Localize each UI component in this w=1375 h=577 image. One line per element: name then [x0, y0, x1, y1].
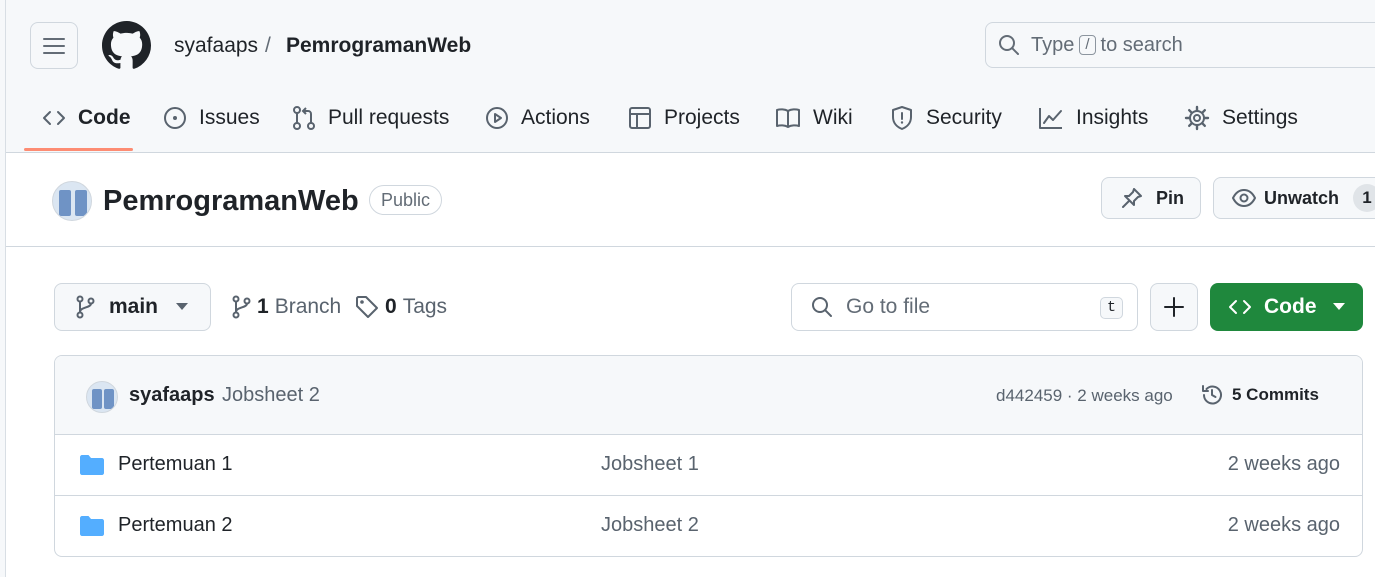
menu-button[interactable] [30, 22, 78, 69]
selected-tab-indicator [24, 148, 133, 151]
gear-icon [1184, 105, 1210, 131]
unwatch-label: Unwatch [1264, 187, 1340, 208]
go-to-file-shortcut: t [1099, 297, 1123, 319]
plus-icon [1164, 297, 1184, 317]
tab-projects-label: Projects [664, 106, 740, 129]
search-placeholder-before: Type [1031, 33, 1075, 56]
search-placeholder-after: to search [1100, 33, 1183, 56]
github-logo-icon[interactable] [102, 21, 151, 70]
tab-projects[interactable]: Projects [628, 98, 740, 138]
tab-actions[interactable]: Actions [485, 98, 590, 138]
tag-count: 0 [385, 295, 397, 318]
search-shortcut-key: / [1079, 35, 1096, 55]
tab-wiki-label: Wiki [813, 106, 853, 129]
breadcrumb-separator: / [265, 34, 271, 57]
shield-icon [890, 105, 914, 131]
commit-author-avatar[interactable] [86, 381, 118, 413]
file-commit-message[interactable]: Jobsheet 2 [601, 514, 699, 537]
latest-commit-row: syafaaps Jobsheet 2 d442459 · 2 weeks ag… [55, 356, 1362, 435]
folder-icon [79, 454, 105, 476]
search-icon [811, 296, 833, 318]
code-icon [1228, 297, 1252, 317]
file-name[interactable]: Pertemuan 2 [118, 514, 233, 537]
section-divider [6, 246, 1375, 247]
file-commit-time: 2 weeks ago [1227, 453, 1340, 475]
branch-count: 1 [257, 295, 269, 318]
file-commit-time: 2 weeks ago [1227, 514, 1340, 536]
pull-request-icon [292, 105, 316, 131]
chevron-down-icon [1333, 303, 1345, 311]
file-commit-message[interactable]: Jobsheet 1 [601, 453, 699, 476]
play-icon [485, 106, 509, 130]
visibility-badge: Public [369, 185, 443, 215]
search-placeholder: Type / to search [1031, 34, 1183, 57]
pin-button[interactable]: Pin [1101, 177, 1201, 219]
pin-icon [1120, 186, 1144, 210]
hamburger-icon [43, 37, 65, 55]
code-dropdown-button[interactable]: Code [1210, 283, 1363, 331]
tab-security-label: Security [926, 106, 1002, 129]
history-icon [1200, 383, 1224, 407]
tab-issues-label: Issues [199, 106, 260, 129]
tab-code[interactable]: Code [42, 98, 131, 138]
tag-label: Tags [402, 295, 448, 318]
branch-name: main [109, 295, 159, 318]
tab-insights[interactable]: Insights [1038, 98, 1148, 138]
book-icon [775, 107, 801, 129]
code-button-label: Code [1264, 295, 1317, 318]
commit-author[interactable]: syafaaps [129, 384, 215, 407]
tag-icon [355, 295, 379, 319]
tab-pull-requests-label: Pull requests [328, 106, 450, 129]
tab-pull-requests[interactable]: Pull requests [292, 98, 449, 138]
commits-link[interactable]: 5 Commits [1200, 383, 1319, 407]
tab-security[interactable]: Security [890, 98, 1002, 138]
go-to-file-input[interactable]: Go to file t [791, 283, 1138, 331]
eye-icon [1232, 188, 1256, 208]
commits-count-label: 5 Commits [1232, 385, 1319, 404]
branches-link[interactable]: 1 Branch [231, 295, 341, 319]
tab-actions-label: Actions [521, 106, 590, 129]
file-list: syafaaps Jobsheet 2 d442459 · 2 weeks ag… [54, 355, 1363, 557]
tab-wiki[interactable]: Wiki [775, 98, 853, 138]
breadcrumb-repo[interactable]: PemrogramanWeb [286, 34, 471, 58]
tab-settings-label: Settings [1222, 106, 1298, 129]
pin-label: Pin [1156, 187, 1185, 208]
tab-insights-label: Insights [1076, 106, 1149, 129]
tab-issues[interactable]: Issues [163, 98, 260, 138]
file-name[interactable]: Pertemuan 1 [118, 453, 233, 476]
global-search-input[interactable]: Type / to search [985, 22, 1375, 68]
code-icon [42, 108, 66, 128]
watcher-count: 1 [1353, 184, 1375, 212]
file-row[interactable]: Pertemuan 2 Jobsheet 2 2 weeks ago [55, 496, 1362, 556]
commit-message[interactable]: Jobsheet 2 [222, 384, 320, 407]
app-header: syafaaps / PemrogramanWeb Type / to sear… [6, 0, 1375, 153]
chevron-down-icon [176, 303, 189, 311]
unwatch-button[interactable]: Unwatch 1 [1213, 177, 1375, 219]
repo-owner-avatar[interactable] [52, 181, 92, 221]
branch-icon [75, 295, 95, 319]
repo-title[interactable]: PemrogramanWeb [103, 184, 359, 218]
branch-selector[interactable]: main [54, 283, 211, 331]
tab-code-label: Code [78, 106, 131, 129]
branch-icon [231, 295, 251, 319]
tab-settings[interactable]: Settings [1184, 98, 1298, 138]
branch-label: Branch [274, 295, 342, 318]
commit-hash-time[interactable]: d442459 · 2 weeks ago [996, 386, 1173, 406]
breadcrumb-owner[interactable]: syafaaps [174, 34, 258, 58]
folder-icon [79, 515, 105, 537]
add-file-button[interactable] [1150, 283, 1198, 331]
graph-icon [1038, 106, 1064, 130]
table-icon [628, 106, 652, 130]
file-row[interactable]: Pertemuan 1 Jobsheet 1 2 weeks ago [55, 435, 1362, 496]
go-to-file-placeholder: Go to file [846, 295, 931, 318]
issue-icon [163, 106, 187, 130]
search-icon [998, 34, 1020, 56]
tags-link[interactable]: 0 Tags [355, 295, 447, 319]
